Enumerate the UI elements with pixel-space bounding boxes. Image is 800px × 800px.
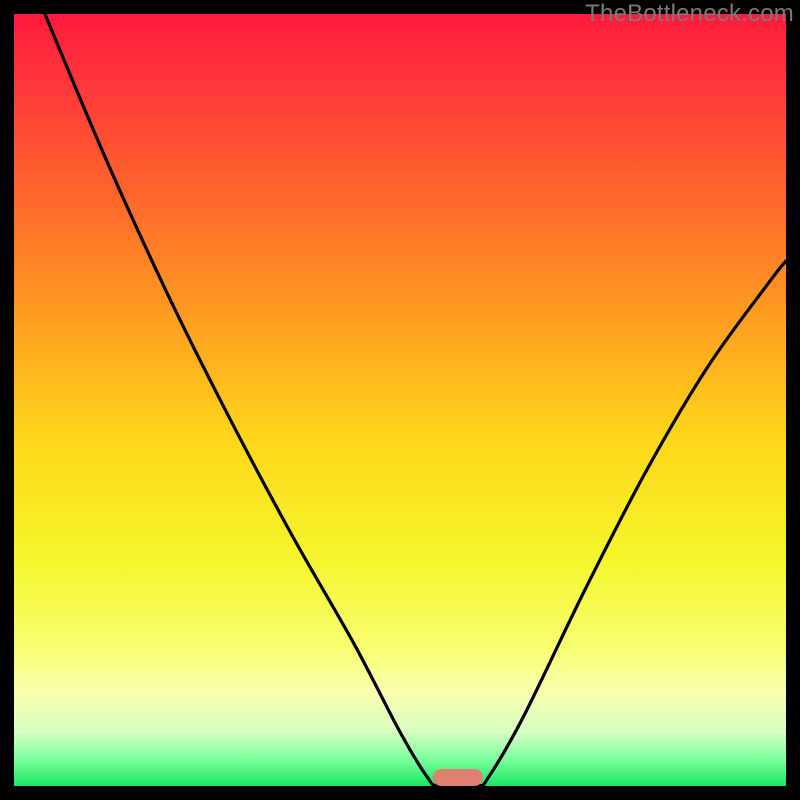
plot-area [14,14,786,786]
gradient-background [14,14,786,786]
chart-svg [14,14,786,786]
chart-frame: TheBottleneck.com [0,0,800,800]
attribution-text: TheBottleneck.com [585,0,794,28]
optimal-marker [433,769,483,786]
